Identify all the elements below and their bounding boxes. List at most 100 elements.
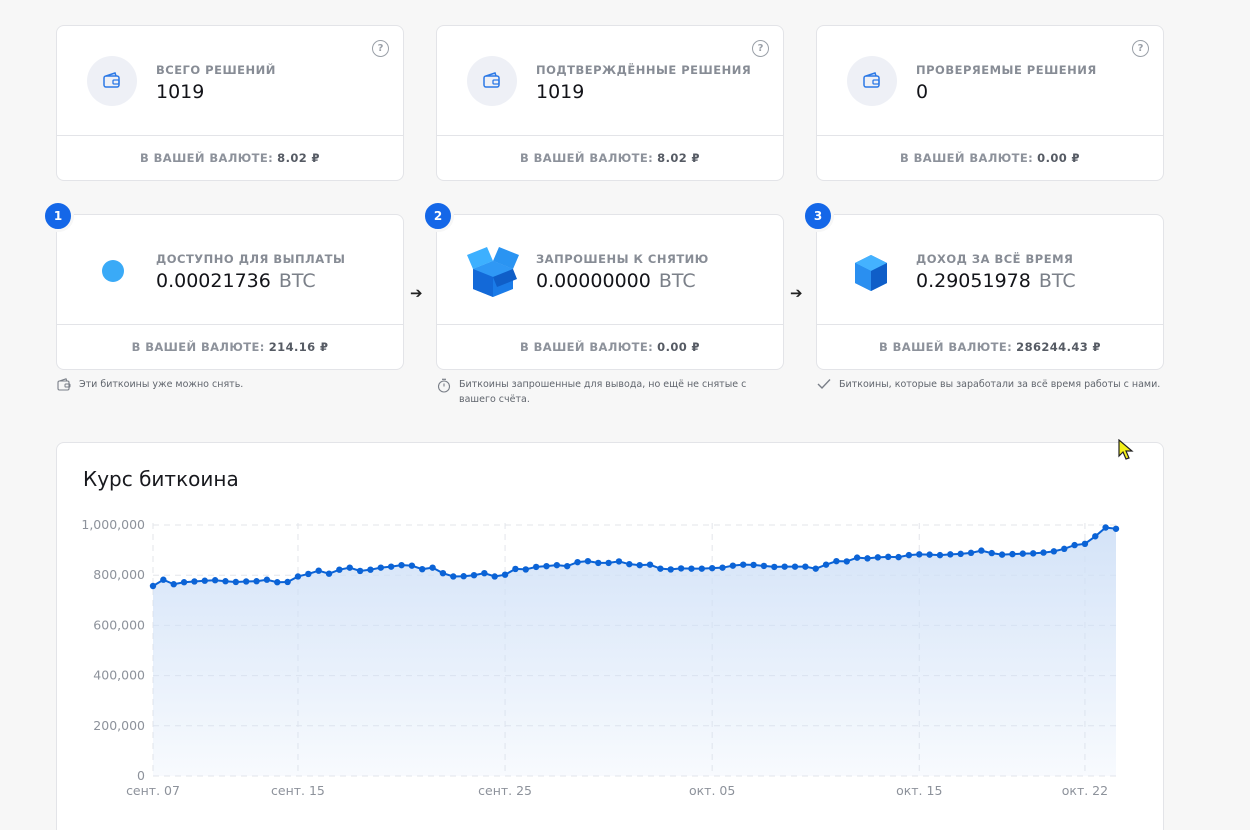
data-point (356, 567, 364, 575)
data-point (1050, 548, 1058, 555)
data-point (377, 564, 385, 571)
data-point (501, 571, 509, 578)
card-label: ДОСТУПНО ДЛЯ ВЫПЛАТЫ (156, 252, 346, 266)
data-point (1112, 525, 1120, 532)
currency-row: В ВАШЕЙ ВАЛЮТЕ: 8.02 ₽ (520, 151, 700, 165)
data-point (201, 577, 208, 584)
data-point (450, 573, 457, 580)
data-point (771, 563, 778, 571)
bitcoin-rate-chart-card: Курс биткоина 0 200,000 400,000 600,000 800,… (56, 442, 1164, 830)
data-point (419, 565, 426, 573)
currency-value: 0.00 ₽ (657, 340, 700, 354)
data-point (325, 570, 333, 577)
card-value: 0.00000000 BTC (536, 270, 696, 292)
data-point (708, 564, 716, 572)
data-point (543, 562, 550, 570)
data-point (387, 563, 395, 570)
data-point (1040, 549, 1047, 556)
data-point (253, 578, 260, 585)
data-point (242, 578, 250, 585)
cube-icon (853, 253, 889, 297)
data-point (149, 582, 157, 590)
data-point (729, 562, 737, 569)
pending-solutions-card: ПРОВЕРЯЕМЫЕ РЕШЕНИЯ 0 ? В ВАШЕЙ ВАЛЮТЕ: 0… (816, 25, 1164, 181)
x-tick-label: окт. 15 (896, 783, 942, 798)
wallet-icon (467, 56, 517, 106)
card-value: 0.29051978 BTC (916, 270, 1076, 292)
data-point (626, 560, 633, 568)
currency-row: В ВАШЕЙ ВАЛЮТЕ: 0.00 ₽ (520, 340, 700, 354)
y-tick-label: 200,000 (93, 718, 145, 733)
data-point (864, 555, 871, 562)
data-point (1102, 524, 1109, 531)
data-point (263, 576, 271, 583)
data-point (1061, 545, 1068, 553)
data-point (222, 578, 229, 585)
data-point (884, 553, 892, 561)
currency-row: В ВАШЕЙ ВАЛЮТЕ: 214.16 ₽ (131, 340, 329, 354)
help-icon[interactable]: ? (752, 40, 769, 57)
data-point (180, 579, 188, 586)
card-value: 0 (916, 81, 929, 103)
x-tick-label: сент. 25 (478, 783, 532, 798)
mouse-cursor-icon (1118, 438, 1134, 465)
data-point (512, 565, 519, 573)
data-point (781, 563, 788, 570)
data-point (740, 561, 747, 568)
data-point (688, 565, 695, 572)
card-value: 1019 (536, 81, 585, 103)
y-tick-label: 1,000,000 (81, 517, 145, 532)
card-label: ПОДТВЕРЖДЁННЫЕ РЕШЕНИЯ (536, 63, 752, 77)
x-tick-label: окт. 05 (689, 783, 735, 798)
data-point (1071, 541, 1078, 549)
step-badge-3: 3 (802, 200, 834, 232)
y-tick-label: 400,000 (93, 668, 145, 683)
data-point (998, 551, 1006, 558)
data-point (926, 551, 933, 558)
data-point (584, 557, 592, 565)
data-point (874, 554, 882, 561)
data-point (460, 573, 467, 580)
data-point (988, 549, 995, 557)
bitcoin-rate-chart: 0 200,000 400,000 600,000 800,000 1,000,000 се… (81, 517, 1120, 798)
currency-row: В ВАШЕЙ ВАЛЮТЕ: 8.02 ₽ (140, 151, 320, 165)
currency-value: 286244.43 ₽ (1016, 340, 1101, 354)
step-badge-1: 1 (42, 200, 74, 232)
data-point (677, 565, 685, 572)
data-point (750, 561, 757, 569)
data-point (646, 561, 654, 568)
data-point (160, 576, 167, 583)
data-point (802, 563, 809, 570)
data-point (698, 565, 706, 572)
total-solutions-card: ВСЕГО РЕШЕНИЙ 1019 ? В ВАШЕЙ ВАЛЮТЕ: 8.02… (56, 25, 404, 181)
help-icon[interactable]: ? (372, 40, 389, 57)
data-point (595, 559, 602, 567)
data-point (284, 578, 291, 586)
data-point (843, 558, 850, 565)
data-point (978, 547, 985, 554)
help-icon[interactable]: ? (1132, 40, 1149, 57)
data-point (719, 564, 726, 571)
data-point (833, 557, 840, 565)
check-icon (817, 378, 831, 395)
data-point (822, 561, 830, 568)
data-point (1019, 550, 1027, 557)
data-point (336, 566, 343, 573)
data-point (1009, 550, 1016, 558)
currency-row: В ВАШЕЙ ВАЛЮТЕ: 286244.43 ₽ (879, 340, 1101, 354)
card-label: ВСЕГО РЕШЕНИЙ (156, 63, 276, 77)
data-point (170, 581, 177, 588)
data-point (853, 554, 861, 561)
total-income-card: ДОХОД ЗА ВСЁ ВРЕМЯ 0.29051978 BTC В ВАШЕ… (816, 214, 1164, 370)
data-point (947, 551, 954, 558)
data-point (294, 573, 302, 580)
data-point (408, 562, 416, 569)
data-point (936, 551, 944, 559)
stopwatch-icon (437, 378, 451, 398)
wallet-icon (847, 56, 897, 106)
data-point (191, 578, 198, 585)
data-point (439, 569, 447, 577)
data-point (429, 564, 436, 571)
currency-value: 8.02 ₽ (277, 151, 320, 165)
data-point (812, 565, 819, 572)
